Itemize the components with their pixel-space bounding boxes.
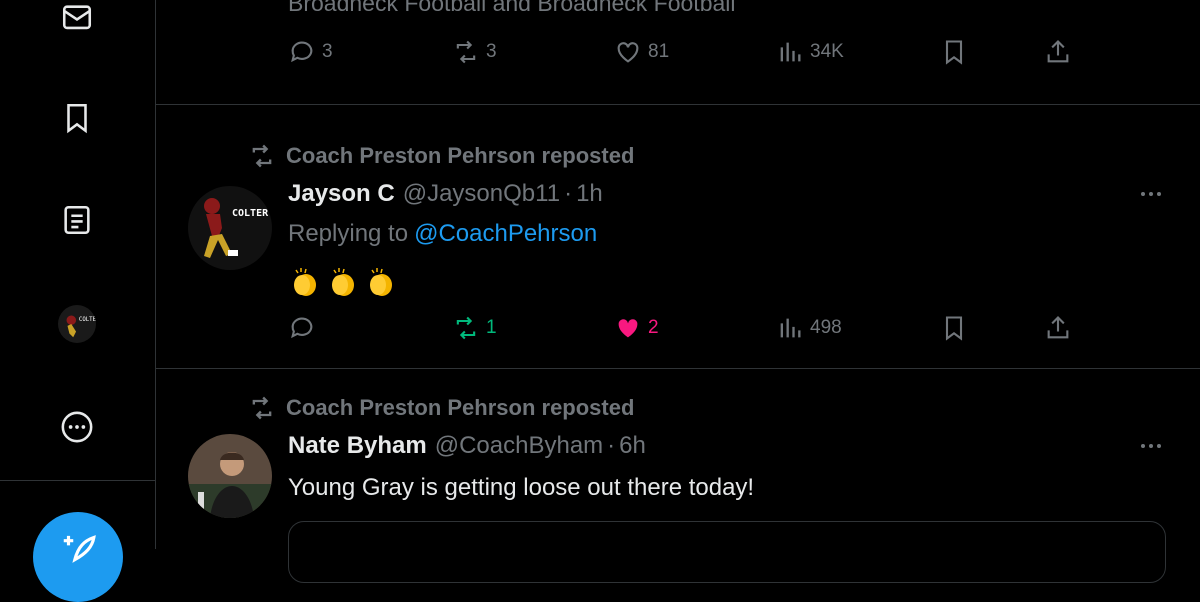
avatar[interactable] (188, 434, 272, 518)
clapping-hands-emoji (332, 268, 354, 296)
tweet-header: Jayson C @JaysonQb11 · 1h (288, 180, 603, 208)
repost-icon (456, 40, 476, 64)
repost-count: 3 (486, 41, 497, 62)
previous-tweet-text: Broadneck Football and Broadneck Footbal… (288, 0, 736, 16)
timestamp[interactable]: 6h (619, 432, 646, 460)
share-icon (1047, 40, 1069, 63)
tweet-divider (156, 104, 1200, 105)
timeline: Broadneck Football and Broadneck Footbal… (156, 0, 1200, 583)
clapping-hands-emoji (294, 268, 316, 296)
views-icon (780, 42, 801, 62)
like-button[interactable]: 81 (614, 38, 669, 66)
avatar-text: COLTER (232, 208, 269, 219)
sidebar-divider (0, 480, 155, 481)
tweet-header: Nate Byham @CoachByham · 6h (288, 432, 646, 460)
display-name[interactable]: Nate Byham (288, 432, 427, 460)
view-count: 34K (810, 41, 844, 62)
tweet-divider (156, 368, 1200, 369)
profile-avatar[interactable]: COLTER (58, 305, 96, 343)
sidebar: COLTER (0, 0, 156, 602)
more-options-icon[interactable] (1136, 436, 1166, 456)
view-count: 498 (810, 317, 842, 338)
bookmark-icon[interactable] (55, 96, 99, 140)
reply-count: 3 (322, 41, 333, 62)
previous-tweet-actions: 3 3 81 34K (288, 38, 1200, 68)
lists-icon[interactable] (55, 198, 99, 242)
bookmark-icon (945, 316, 963, 341)
reply-icon (291, 41, 313, 63)
reply-prefix: Replying to (288, 220, 409, 247)
reply-icon (291, 317, 313, 339)
timestamp[interactable]: 1h (576, 180, 603, 208)
repost-button[interactable]: 3 (452, 38, 497, 66)
reply-button[interactable]: 3 (288, 38, 333, 66)
repost-icon (252, 396, 272, 420)
repost-icon (252, 144, 272, 168)
share-icon (1047, 316, 1069, 339)
repost-indicator[interactable]: Coach Preston Pehrson reposted (248, 142, 634, 170)
more-options-icon[interactable] (1136, 184, 1166, 204)
bookmark-button[interactable] (940, 314, 968, 342)
separator: · (564, 180, 573, 207)
handle[interactable]: @JaysonQb11 (403, 180, 560, 208)
views-button[interactable]: 498 (776, 314, 842, 342)
compose-button[interactable] (33, 512, 123, 602)
display-name[interactable]: Jayson C (288, 180, 395, 208)
mention-link[interactable]: @CoachPehrson (414, 220, 597, 247)
bookmark-icon (945, 40, 963, 65)
heart-icon (617, 42, 639, 63)
views-icon (780, 318, 801, 338)
like-button[interactable]: 2 (614, 314, 659, 342)
repost-label: Coach Preston Pehrson reposted (286, 143, 635, 168)
tweet-body: 👏👏👏 (288, 265, 398, 299)
media-card[interactable] (288, 521, 1166, 583)
repost-button[interactable]: 1 (452, 314, 497, 342)
svg-text:COLTER: COLTER (79, 317, 96, 323)
share-button[interactable] (1044, 314, 1072, 342)
tweet-actions: 1 2 498 (288, 314, 1200, 344)
repost-indicator[interactable]: Coach Preston Pehrson reposted (248, 394, 634, 422)
clapping-hands-emoji (370, 268, 392, 296)
repost-label: Coach Preston Pehrson reposted (286, 395, 635, 420)
share-button[interactable] (1044, 38, 1072, 66)
repost-icon (456, 316, 476, 340)
like-count: 81 (648, 41, 670, 62)
repost-count: 1 (486, 317, 497, 338)
bookmark-button[interactable] (940, 38, 968, 66)
views-button[interactable]: 34K (776, 38, 844, 66)
reply-context: Replying to @CoachPehrson (288, 220, 597, 248)
handle[interactable]: @CoachByham (435, 432, 603, 460)
reply-button[interactable] (288, 314, 316, 342)
tweet-text: Young Gray is getting loose out there to… (288, 474, 755, 501)
compose-icon (63, 535, 96, 563)
mail-icon[interactable] (55, 0, 99, 40)
heart-icon (618, 319, 638, 338)
like-count: 2 (648, 317, 659, 338)
avatar[interactable]: COLTER (188, 186, 272, 270)
separator: · (607, 432, 616, 459)
more-icon[interactable] (55, 405, 99, 449)
